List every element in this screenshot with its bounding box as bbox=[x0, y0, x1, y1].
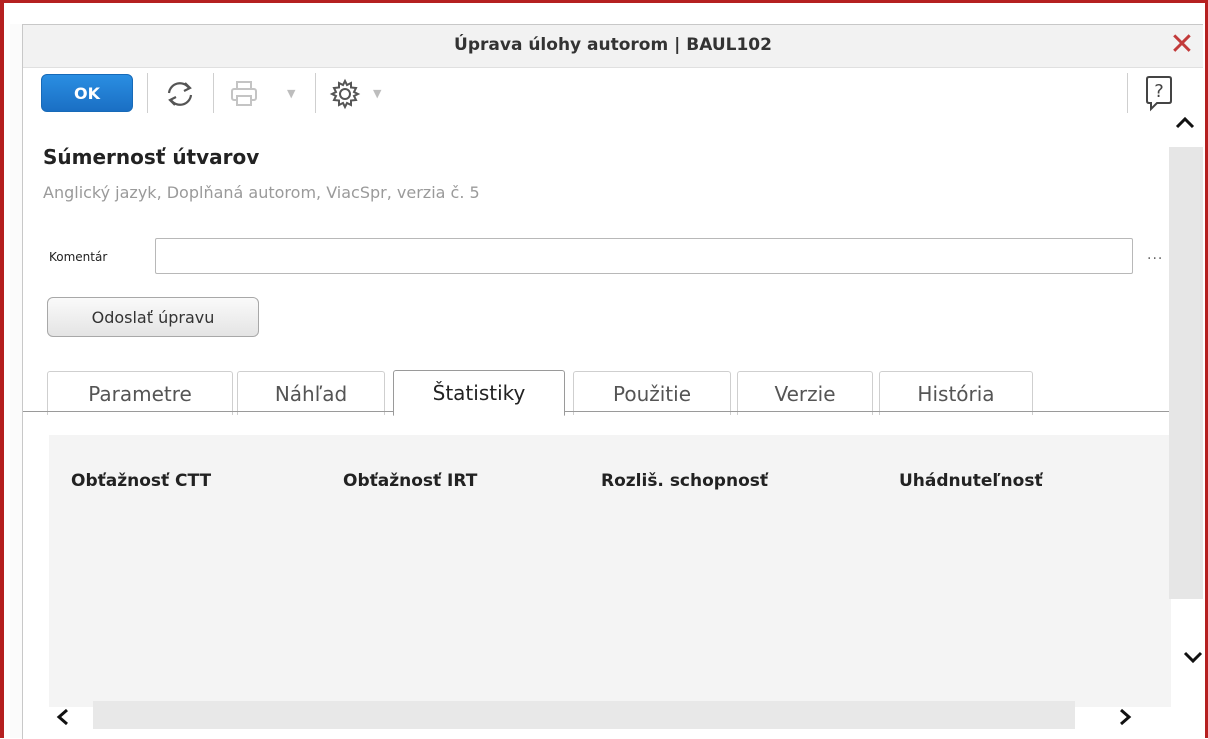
toolbar-separator bbox=[1127, 73, 1128, 113]
printer-icon[interactable] bbox=[229, 80, 259, 108]
comment-more-button[interactable]: ... bbox=[1147, 247, 1163, 263]
gear-icon[interactable] bbox=[329, 78, 361, 110]
refresh-icon[interactable] bbox=[163, 79, 197, 109]
stats-header-discrimination: Rozliš. schopnosť bbox=[601, 471, 768, 491]
toolbar: OK ▼ ▼ ? bbox=[23, 69, 1203, 119]
help-icon[interactable]: ? bbox=[1141, 73, 1177, 113]
task-title: Súmernosť útvarov bbox=[43, 145, 260, 169]
stats-header-guessability: Uhádnuteľnosť bbox=[899, 471, 1043, 491]
window-edge bbox=[10, 24, 22, 738]
toolbar-separator bbox=[315, 73, 316, 113]
tab-bar: Parametre Náhľad Štatistiky Použitie Ver… bbox=[23, 365, 1203, 416]
chevron-left-icon[interactable] bbox=[53, 707, 73, 727]
tab-nahlad[interactable]: Náhľad bbox=[237, 371, 385, 415]
dialog-window: Úprava úlohy autorom | BAUL102 ✕ OK ▼ ▼ bbox=[22, 24, 1203, 739]
close-icon[interactable]: ✕ bbox=[1167, 29, 1197, 61]
chevron-right-icon[interactable] bbox=[1115, 707, 1135, 727]
tab-verzie[interactable]: Verzie bbox=[737, 371, 873, 415]
comment-input[interactable] bbox=[155, 238, 1133, 274]
toolbar-separator bbox=[213, 73, 214, 113]
tab-pouzitie[interactable]: Použitie bbox=[573, 371, 731, 415]
chevron-up-icon[interactable] bbox=[1173, 111, 1197, 135]
comment-label: Komentár bbox=[49, 250, 108, 264]
tab-historia[interactable]: História bbox=[879, 371, 1033, 415]
task-subtitle: Anglický jazyk, Doplňaná autorom, ViacSp… bbox=[43, 183, 480, 202]
toolbar-separator bbox=[147, 73, 148, 113]
tab-divider bbox=[23, 411, 1171, 412]
stats-header-ctt: Obťažnosť CTT bbox=[71, 471, 212, 491]
chevron-down-icon[interactable]: ▼ bbox=[287, 87, 295, 100]
horizontal-scrollbar[interactable] bbox=[93, 701, 1075, 729]
chevron-down-icon[interactable] bbox=[1181, 645, 1205, 669]
title-bar: Úprava úlohy autorom | BAUL102 ✕ bbox=[23, 25, 1203, 68]
stats-header-irt: Obťažnosť IRT bbox=[343, 471, 478, 491]
svg-text:?: ? bbox=[1154, 81, 1164, 102]
window-title: Úprava úlohy autorom | BAUL102 bbox=[454, 35, 772, 55]
chevron-down-icon[interactable]: ▼ bbox=[373, 87, 381, 100]
ok-button[interactable]: OK bbox=[41, 74, 133, 112]
vertical-scrollbar[interactable] bbox=[1169, 147, 1203, 599]
submit-edit-button[interactable]: Odoslať úpravu bbox=[47, 297, 259, 337]
tab-parametre[interactable]: Parametre bbox=[47, 371, 233, 415]
tab-statistiky[interactable]: Štatistiky bbox=[393, 370, 565, 416]
statistics-panel: Obťažnosť CTT Obťažnosť IRT Rozliš. scho… bbox=[49, 435, 1171, 707]
